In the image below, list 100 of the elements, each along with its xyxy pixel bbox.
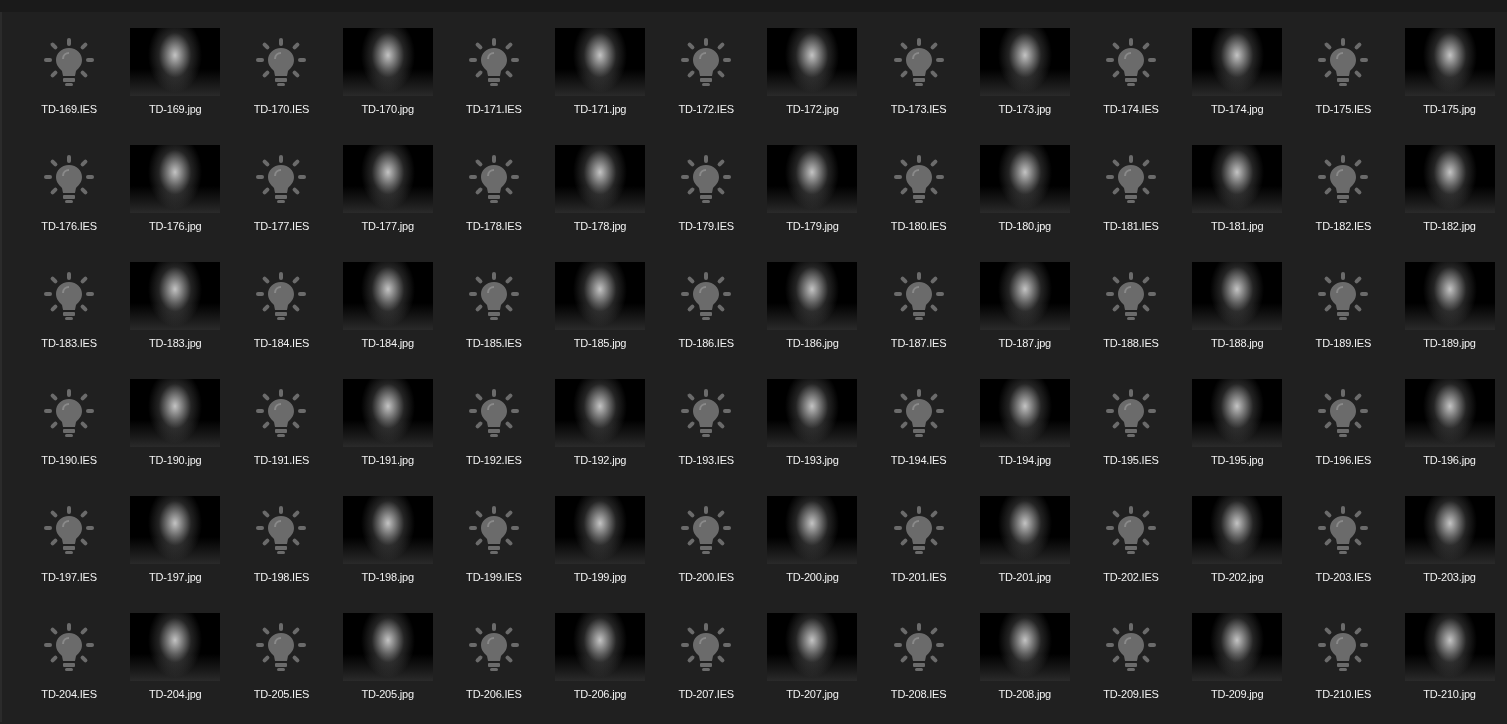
file-name[interactable]: TD-199.IES — [466, 571, 522, 583]
file-name[interactable]: TD-206.IES — [466, 688, 522, 700]
file-name[interactable]: TD-209.jpg — [1210, 688, 1264, 700]
file-name[interactable]: TD-196.IES — [1315, 454, 1372, 466]
light-bulb-icon — [256, 272, 307, 320]
file-name[interactable]: TD-176.IES — [41, 220, 97, 232]
file-name[interactable]: TD-183.IES — [41, 337, 97, 349]
file-name[interactable]: TD-195.jpg — [1210, 454, 1264, 466]
light-bulb-icon — [681, 155, 732, 203]
file-name[interactable]: TD-169.IES — [41, 103, 97, 115]
file-name[interactable]: TD-200.IES — [678, 571, 734, 583]
file-name[interactable]: TD-207.jpg — [786, 688, 839, 700]
file-name[interactable]: TD-198.IES — [253, 571, 310, 583]
file-name[interactable]: TD-188.IES — [1103, 337, 1159, 349]
file-name[interactable]: TD-204.IES — [41, 688, 97, 700]
file-name[interactable]: TD-197.jpg — [149, 571, 202, 583]
file-name[interactable]: TD-208.jpg — [998, 688, 1051, 700]
file-name[interactable]: TD-206.jpg — [573, 688, 627, 700]
light-bulb-icon — [468, 155, 519, 203]
file-name[interactable]: TD-208.IES — [890, 688, 947, 700]
file-name[interactable]: TD-195.IES — [1103, 454, 1159, 466]
file-name[interactable]: TD-203.IES — [1315, 571, 1372, 583]
file-name[interactable]: TD-182.jpg — [1423, 220, 1476, 232]
file-name[interactable]: TD-173.jpg — [998, 103, 1051, 115]
file-name[interactable]: TD-186.IES — [678, 337, 734, 349]
file-name[interactable]: TD-188.jpg — [1210, 337, 1264, 349]
light-bulb-icon — [893, 38, 944, 86]
file-name[interactable]: TD-174.IES — [1103, 103, 1159, 115]
file-name[interactable]: TD-175.jpg — [1423, 103, 1476, 115]
file-name[interactable]: TD-172.IES — [678, 103, 734, 115]
file-name[interactable]: TD-202.IES — [1103, 571, 1159, 583]
light-bulb-icon — [44, 389, 95, 437]
file-name[interactable]: TD-199.jpg — [573, 571, 627, 583]
file-name[interactable]: TD-200.jpg — [786, 571, 839, 583]
file-name[interactable]: TD-171.jpg — [573, 103, 627, 115]
light-bulb-icon — [893, 389, 944, 437]
file-name[interactable]: TD-191.IES — [253, 454, 310, 466]
file-name[interactable]: TD-170.jpg — [361, 103, 414, 115]
light-bulb-icon — [44, 272, 95, 320]
light-bulb-icon — [893, 623, 944, 671]
file-name[interactable]: TD-187.jpg — [998, 337, 1051, 349]
file-name[interactable]: TD-189.jpg — [1423, 337, 1476, 349]
file-name[interactable]: TD-179.jpg — [786, 220, 839, 232]
file-name[interactable]: TD-184.jpg — [361, 337, 414, 349]
file-name[interactable]: TD-209.IES — [1103, 688, 1159, 700]
file-name[interactable]: TD-194.IES — [890, 454, 947, 466]
light-bulb-icon — [468, 272, 519, 320]
file-name[interactable]: TD-210.IES — [1315, 688, 1372, 700]
light-bulb-icon — [1318, 38, 1369, 86]
file-name[interactable]: TD-183.jpg — [149, 337, 202, 349]
file-name[interactable]: TD-175.IES — [1315, 103, 1372, 115]
file-name[interactable]: TD-180.jpg — [998, 220, 1051, 232]
file-name[interactable]: TD-177.jpg — [361, 220, 414, 232]
file-name[interactable]: TD-177.IES — [253, 220, 310, 232]
file-name[interactable]: TD-198.jpg — [361, 571, 414, 583]
light-bulb-icon — [1105, 272, 1156, 320]
file-name[interactable]: TD-186.jpg — [786, 337, 839, 349]
file-name[interactable]: TD-181.jpg — [1210, 220, 1264, 232]
light-bulb-icon — [1318, 272, 1369, 320]
file-name[interactable]: TD-196.jpg — [1423, 454, 1476, 466]
file-name[interactable]: TD-193.IES — [678, 454, 734, 466]
file-name[interactable]: TD-191.jpg — [361, 454, 414, 466]
light-bulb-icon — [44, 38, 95, 86]
file-name[interactable]: TD-173.IES — [890, 103, 947, 115]
file-name[interactable]: TD-210.jpg — [1423, 688, 1476, 700]
file-name[interactable]: TD-193.jpg — [786, 454, 839, 466]
file-name[interactable]: TD-182.IES — [1315, 220, 1372, 232]
file-name[interactable]: TD-172.jpg — [786, 103, 839, 115]
file-name[interactable]: TD-205.IES — [253, 688, 310, 700]
file-name[interactable]: TD-170.IES — [253, 103, 310, 115]
file-name[interactable]: TD-190.jpg — [149, 454, 202, 466]
light-bulb-icon — [1318, 623, 1369, 671]
file-name[interactable]: TD-192.IES — [466, 454, 522, 466]
file-name[interactable]: TD-169.jpg — [149, 103, 202, 115]
file-name[interactable]: TD-207.IES — [678, 688, 734, 700]
file-name[interactable]: TD-176.jpg — [149, 220, 202, 232]
file-name[interactable]: TD-201.jpg — [998, 571, 1051, 583]
file-name[interactable]: TD-179.IES — [678, 220, 734, 232]
file-name[interactable]: TD-181.IES — [1103, 220, 1159, 232]
file-name[interactable]: TD-187.IES — [890, 337, 947, 349]
file-name[interactable]: TD-184.IES — [253, 337, 310, 349]
file-name[interactable]: TD-197.IES — [41, 571, 97, 583]
file-name[interactable]: TD-202.jpg — [1210, 571, 1264, 583]
file-name[interactable]: TD-178.IES — [466, 220, 522, 232]
file-name[interactable]: TD-174.jpg — [1210, 103, 1264, 115]
file-name[interactable]: TD-192.jpg — [573, 454, 627, 466]
file-name[interactable]: TD-178.jpg — [573, 220, 627, 232]
file-name[interactable]: TD-204.jpg — [149, 688, 202, 700]
file-name[interactable]: TD-189.IES — [1315, 337, 1372, 349]
light-bulb-icon — [44, 155, 95, 203]
file-name[interactable]: TD-205.jpg — [361, 688, 414, 700]
file-name[interactable]: TD-185.jpg — [573, 337, 627, 349]
file-name[interactable]: TD-194.jpg — [998, 454, 1051, 466]
file-name[interactable]: TD-203.jpg — [1423, 571, 1476, 583]
file-name[interactable]: TD-180.IES — [890, 220, 947, 232]
file-name[interactable]: TD-171.IES — [466, 103, 522, 115]
file-name[interactable]: TD-185.IES — [466, 337, 522, 349]
file-name[interactable]: TD-201.IES — [890, 571, 947, 583]
file-name[interactable]: TD-190.IES — [41, 454, 97, 466]
light-bulb-icon — [681, 389, 732, 437]
